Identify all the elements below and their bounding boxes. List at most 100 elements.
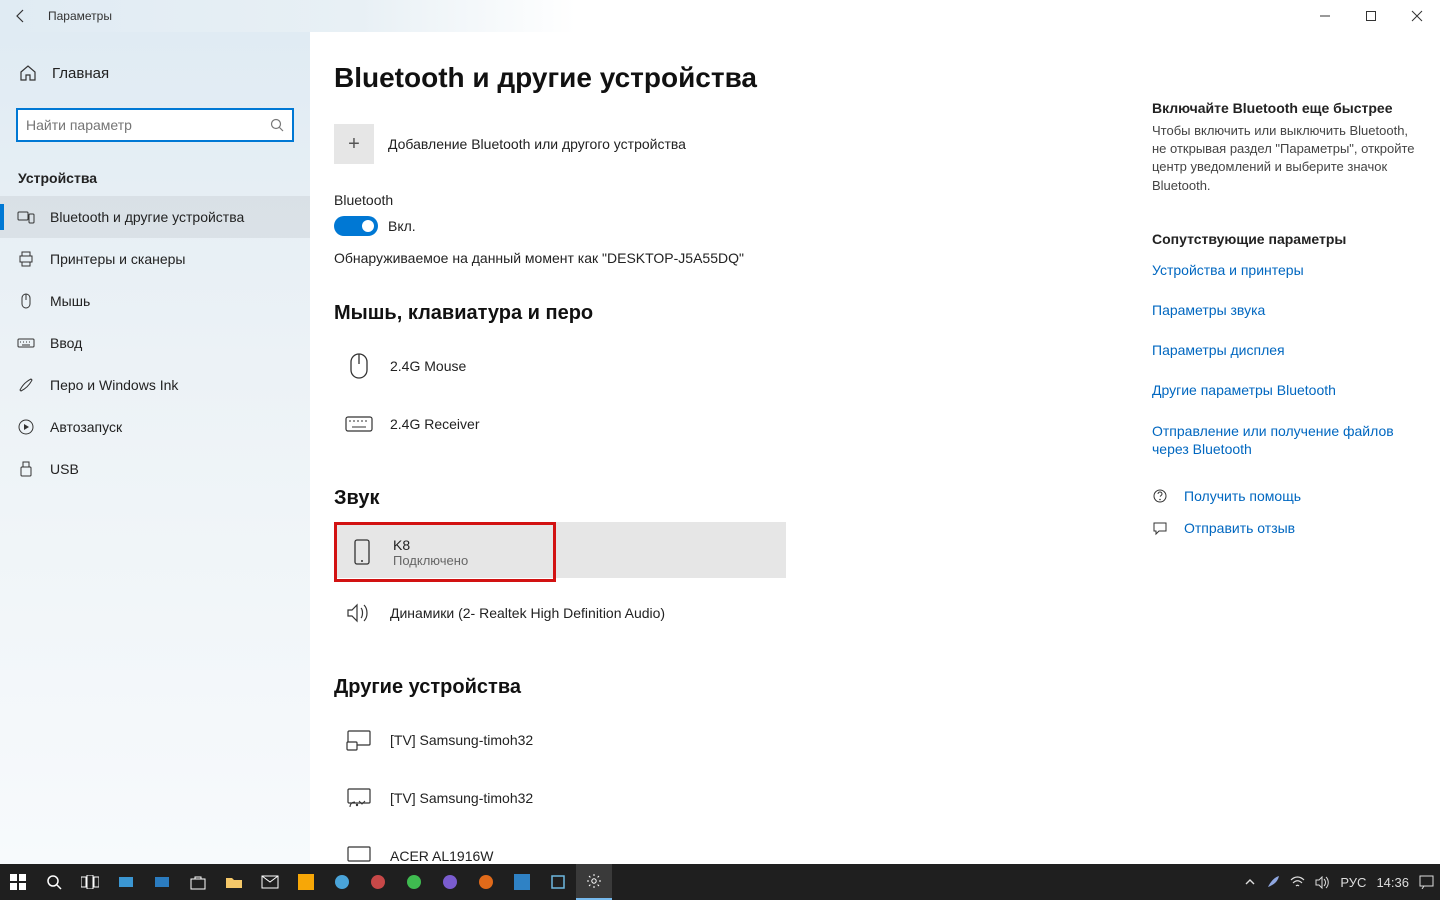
- sidebar-item-usb[interactable]: USB: [0, 448, 310, 490]
- monitor-icon: [342, 839, 376, 864]
- device-name: Динамики (2- Realtek High Definition Aud…: [390, 605, 665, 621]
- sidebar-item-label: USB: [50, 461, 79, 477]
- device-item-tv1[interactable]: [TV] Samsung-timoh32: [334, 711, 786, 769]
- section-other-title: Другие устройства: [334, 676, 1110, 699]
- bluetooth-toggle-state: Вкл.: [388, 218, 416, 234]
- tray-time[interactable]: 14:36: [1376, 875, 1409, 890]
- task-view-button[interactable]: [72, 864, 108, 900]
- main: Bluetooth и другие устройства + Добавлен…: [310, 32, 1440, 864]
- device-name: ACER AL1916W: [390, 848, 494, 864]
- add-device-button[interactable]: + Добавление Bluetooth или другого устро…: [334, 124, 1110, 164]
- taskbar-explorer[interactable]: [216, 864, 252, 900]
- tray-volume-icon[interactable]: [1315, 876, 1330, 889]
- taskbar-mail[interactable]: [252, 864, 288, 900]
- printer-icon: [16, 250, 36, 268]
- related-title: Сопутствующие параметры: [1152, 231, 1416, 247]
- device-name: 2.4G Mouse: [390, 358, 466, 374]
- device-list-other: [TV] Samsung-timoh32 [TV] Samsung-timoh3…: [334, 711, 1110, 864]
- sidebar-item-label: Перо и Windows Ink: [50, 377, 178, 393]
- sidebar-section-label: Устройства: [0, 162, 310, 196]
- media-device-icon: [342, 781, 376, 815]
- device-name: 2.4G Receiver: [390, 416, 479, 432]
- tray-notifications-icon[interactable]: [1419, 875, 1434, 889]
- taskbar-whatsapp[interactable]: [396, 864, 432, 900]
- sidebar-item-autoplay[interactable]: Автозапуск: [0, 406, 310, 448]
- maximize-button[interactable]: [1348, 0, 1394, 32]
- start-button[interactable]: [0, 864, 36, 900]
- home-icon: [18, 64, 38, 82]
- device-item-monitor[interactable]: ACER AL1916W: [334, 827, 786, 864]
- device-item-receiver[interactable]: 2.4G Receiver: [334, 395, 786, 453]
- sidebar: Главная Устройства Bluetooth и другие ус…: [0, 32, 310, 864]
- tray-wifi-icon[interactable]: [1290, 876, 1305, 888]
- device-item-tv2[interactable]: [TV] Samsung-timoh32: [334, 769, 786, 827]
- sidebar-item-mouse[interactable]: Мышь: [0, 280, 310, 322]
- device-item-k8[interactable]: K8 Подключено: [337, 525, 553, 579]
- taskbar-app-2[interactable]: [144, 864, 180, 900]
- link-devices-printers[interactable]: Устройства и принтеры: [1152, 261, 1416, 279]
- sidebar-nav: Bluetooth и другие устройства Принтеры и…: [0, 196, 310, 490]
- taskbar-app-7[interactable]: [540, 864, 576, 900]
- devices-icon: [16, 208, 36, 226]
- device-name: K8: [393, 537, 468, 553]
- sidebar-item-pen[interactable]: Перо и Windows Ink: [0, 364, 310, 406]
- link-more-bluetooth[interactable]: Другие параметры Bluetooth: [1152, 381, 1416, 399]
- link-sound[interactable]: Параметры звука: [1152, 301, 1416, 319]
- titlebar: Параметры: [0, 0, 1440, 32]
- taskbar-app-6[interactable]: [504, 864, 540, 900]
- taskbar-settings[interactable]: [576, 864, 612, 900]
- get-help-label: Получить помощь: [1184, 488, 1301, 504]
- page-title: Bluetooth и другие устройства: [334, 62, 1110, 94]
- cast-icon: [342, 723, 376, 757]
- keyboard-icon: [16, 334, 36, 352]
- system-tray: РУС 14:36: [1244, 875, 1440, 890]
- speaker-icon: [342, 596, 376, 630]
- taskbar-app-4[interactable]: [324, 864, 360, 900]
- feedback-link[interactable]: Отправить отзыв: [1152, 520, 1416, 536]
- autoplay-icon: [16, 418, 36, 436]
- search-icon: [270, 118, 284, 132]
- mouse-icon: [342, 349, 376, 383]
- sidebar-item-printers[interactable]: Принтеры и сканеры: [0, 238, 310, 280]
- link-display[interactable]: Параметры дисплея: [1152, 341, 1416, 359]
- taskbar-app-1[interactable]: [108, 864, 144, 900]
- device-item-speakers[interactable]: Динамики (2- Realtek High Definition Aud…: [334, 584, 786, 642]
- taskbar-store[interactable]: [180, 864, 216, 900]
- bluetooth-toggle[interactable]: [334, 216, 378, 236]
- search-button[interactable]: [36, 864, 72, 900]
- device-name: [TV] Samsung-timoh32: [390, 732, 533, 748]
- taskbar-app-5[interactable]: [360, 864, 396, 900]
- minimize-button[interactable]: [1302, 0, 1348, 32]
- link-send-receive[interactable]: Отправление или получение файлов через B…: [1152, 422, 1416, 458]
- keyboard-icon: [342, 407, 376, 441]
- discoverable-text: Обнаруживаемое на данный момент как "DES…: [334, 250, 1110, 266]
- device-status: Подключено: [393, 553, 468, 568]
- sidebar-item-label: Автозапуск: [50, 419, 122, 435]
- tips-fast-body: Чтобы включить или выключить Bluetooth, …: [1152, 122, 1416, 195]
- taskbar: РУС 14:36: [0, 864, 1440, 900]
- home-button[interactable]: Главная: [0, 56, 310, 90]
- tray-lang[interactable]: РУС: [1340, 875, 1366, 890]
- pen-icon: [16, 376, 36, 394]
- feedback-label: Отправить отзыв: [1184, 520, 1295, 536]
- search-input-wrap[interactable]: [16, 108, 294, 142]
- sidebar-item-bluetooth[interactable]: Bluetooth и другие устройства: [0, 196, 310, 238]
- section-mkp-title: Мышь, клавиатура и перо: [334, 302, 1110, 325]
- device-list-audio: K8 Подключено Динамики (2- Realtek High …: [334, 522, 1110, 642]
- tray-chevron-up-icon[interactable]: [1244, 876, 1256, 888]
- sidebar-item-typing[interactable]: Ввод: [0, 322, 310, 364]
- search-input[interactable]: [26, 117, 270, 133]
- back-button[interactable]: [0, 0, 42, 32]
- tray-feather-icon[interactable]: [1266, 875, 1280, 889]
- highlight-box: K8 Подключено: [334, 522, 556, 582]
- tips-panel: Включайте Bluetooth еще быстрее Чтобы вк…: [1140, 32, 1440, 864]
- taskbar-viber[interactable]: [432, 864, 468, 900]
- close-button[interactable]: [1394, 0, 1440, 32]
- get-help-link[interactable]: Получить помощь: [1152, 488, 1416, 504]
- device-item-mouse[interactable]: 2.4G Mouse: [334, 337, 786, 395]
- window-title: Параметры: [48, 9, 112, 23]
- usb-icon: [16, 460, 36, 478]
- taskbar-firefox[interactable]: [468, 864, 504, 900]
- bluetooth-label: Bluetooth: [334, 192, 1110, 208]
- taskbar-app-3[interactable]: [288, 864, 324, 900]
